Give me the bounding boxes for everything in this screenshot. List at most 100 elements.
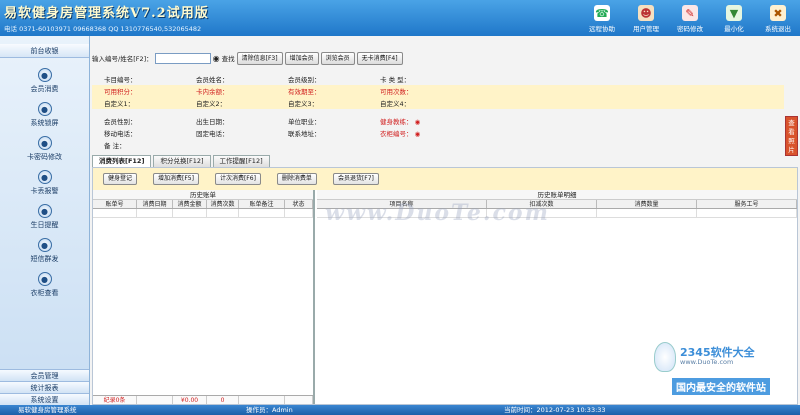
column-header[interactable]: 账单号 [93,200,137,208]
sidebar-group-member-manage[interactable]: 会员管理 [0,369,89,381]
tab-consume-list[interactable]: 消费列表[F12] [92,155,152,167]
add-consume-button[interactable]: 增加消费[F5] [153,173,199,185]
total-times: 0 [207,396,239,404]
sidebar-item-card-password[interactable]: ● 卡密码修改 [0,132,89,166]
sidebar-item-wardrobe[interactable]: ● 衣柜查看 [0,268,89,302]
birthday-icon: ● [37,204,52,218]
minimize-button[interactable]: ▼ 最小化 [712,0,756,36]
remaining-times-label: 可用次数： [380,88,413,96]
card-lost-icon: ● [37,170,52,184]
sidebar: 前台收银 ● 会员消费 ● 系统锁屏 ● 卡密码修改 ● 卡丢报警 ● 生日提醒… [0,36,90,405]
sidebar-group-settings[interactable]: 系统设置 [0,393,89,405]
grid-title: 历史账单明细 [317,190,797,200]
count-consume-button[interactable]: 计次消费[F6] [214,173,261,185]
info-row: 移动电话： 固定电话： 联系地址： 衣柜编号： ◉ [92,127,784,139]
sidebar-list: ● 会员消费 ● 系统锁屏 ● 卡密码修改 ● 卡丢报警 ● 生日提醒 ● 短信… [0,58,89,302]
status-bar: 易软健身房管理系统 操作员：Admin 当前时间：2012-07-23 10:3… [0,405,800,415]
member-name-label: 会员姓名： [196,76,229,84]
sidebar-heading[interactable]: 前台收银 [0,44,89,58]
custom3-label: 自定义3： [288,100,319,108]
column-header[interactable]: 状态 [285,200,313,208]
badge-slogan: 国内最安全的软件站 [672,378,770,395]
status-time: 当前时间：2012-07-23 10:33:33 [504,406,606,414]
badge-url: www.DuoTe.com [680,358,734,366]
view-photo-button[interactable]: 查看照片 [785,116,798,156]
sidebar-item-sms[interactable]: ● 短信群发 [0,234,89,268]
user-manage-icon: ☻ [638,5,654,21]
address-label: 联系地址： [288,130,321,138]
sidebar-group-reports[interactable]: 统计报表 [0,381,89,393]
title-bar: 易软健身房管理系统V7.2试用版 电话 0371-60103971 096683… [0,0,800,36]
wardrobe-number-label: 衣柜编号： ◉ [380,130,421,138]
binoculars-icon[interactable]: ◉ [413,130,421,138]
custom2-label: 自定义2： [196,100,227,108]
column-header[interactable]: 消费金额 [173,200,207,208]
gender-label: 会员性别： [104,118,137,126]
member-return-button[interactable]: 会员退货[F7] [332,173,379,185]
password-edit-icon: ✎ [682,5,698,21]
user-manage-button[interactable]: ☻ 用户管理 [624,0,668,36]
points-label: 可用积分： [104,88,137,96]
grid-title: 历史账单 [93,190,313,200]
column-header[interactable]: 消费日期 [137,200,173,208]
remote-assist-button[interactable]: ☎ 远程协助 [580,0,624,36]
contact-info: 电话 0371-60103971 09668368 QQ 1310776540,… [4,25,202,33]
phone-label: 固定电话： [196,130,229,138]
total-amount: ¥0.00 [173,396,207,404]
sidebar-groups: 会员管理 统计报表 系统设置 [0,369,89,405]
tab-work-reminder[interactable]: 工作提醒[F12] [212,155,270,167]
add-member-button[interactable]: 增加会员 [284,51,319,65]
custom1-label: 自定义1： [104,100,135,108]
member-level-label: 会员级别： [288,76,321,84]
binoculars-icon[interactable]: ◉ [413,118,421,126]
occupation-label: 单位职业： [288,118,321,126]
column-header[interactable]: 服务工号 [697,200,797,208]
fitness-register-button[interactable]: 健身登记 [103,173,138,185]
cardless-consume-button[interactable]: 无卡消费[F4] [356,51,403,65]
info-row: 可用积分： 卡内余额： 有效期至： 可用次数： [92,85,784,97]
exit-button[interactable]: ✖ 系统退出 [756,0,800,36]
minimize-icon: ▼ [726,5,742,21]
lock-screen-icon: ● [37,102,52,116]
mascot-icon [654,342,676,372]
history-bill-grid: 历史账单 账单号 消费日期 消费金额 消费次数 账单备注 状态 纪录0条 ¥0.… [93,190,315,404]
search-bar: 输入编号/姓名[F2]： ◉ 查找 清除信息[F3] 增加会员 浏览会员 无卡消… [92,50,403,66]
card-type-label: 卡 类 型： [380,76,411,84]
info-row: 自定义1： 自定义2： 自定义3： 自定义4： [92,97,784,109]
record-count: 纪录0条 [93,396,137,404]
sidebar-item-lock-screen[interactable]: ● 系统锁屏 [0,98,89,132]
browse-members-button[interactable]: 浏览会员 [320,51,355,65]
sidebar-item-member-consume[interactable]: ● 会员消费 [0,64,89,98]
sidebar-item-birthday[interactable]: ● 生日提醒 [0,200,89,234]
birthday-label: 出生日期： [196,118,229,126]
action-bar: 健身登记 增加消费[F5] 计次消费[F6] 删除消费单 会员退货[F7] [93,168,797,190]
find-link[interactable]: 查找 [222,53,235,63]
binoculars-icon[interactable]: ◉ [213,54,220,63]
wardrobe-icon: ● [37,272,52,286]
status-operator: 操作员：Admin [246,406,293,414]
expiry-label: 有效期至： [288,88,321,96]
info-row: 备 注： [92,139,784,151]
tab-bar: 消费列表[F12] 积分兑换[F12] 工作提醒[F12] [92,155,272,167]
column-header[interactable]: 消费数量 [597,200,697,208]
tab-points-exchange[interactable]: 积分兑换[F12] [153,155,211,167]
watermark: www.DuoTe.com [325,200,550,226]
grid-header: 账单号 消费日期 消费金额 消费次数 账单备注 状态 [93,200,313,209]
search-input[interactable] [154,52,211,64]
info-row: 卡目编号： 会员姓名： 会员级别： 卡 类 型： [92,73,784,85]
column-header[interactable]: 账单备注 [239,200,285,208]
sidebar-item-card-lost[interactable]: ● 卡丢报警 [0,166,89,200]
password-edit-button[interactable]: ✎ 密码修改 [668,0,712,36]
grid-footer: 纪录0条 ¥0.00 0 [93,395,313,404]
card-number-label: 卡目编号： [104,76,137,84]
search-label: 输入编号/姓名[F2]： [92,55,153,63]
delete-bill-button[interactable]: 删除消费单 [276,173,317,185]
card-password-icon: ● [37,136,52,150]
mobile-label: 移动电话： [104,130,137,138]
clear-info-button[interactable]: 清除信息[F3] [236,51,283,65]
member-consume-icon: ● [37,68,52,82]
app-title: 易软健身房管理系统V7.2试用版 [4,6,209,21]
column-header[interactable]: 消费次数 [207,200,239,208]
site-badge: 2345软件大全 www.DuoTe.com 国内最安全的软件站 [650,340,800,400]
table-row[interactable] [93,209,313,218]
